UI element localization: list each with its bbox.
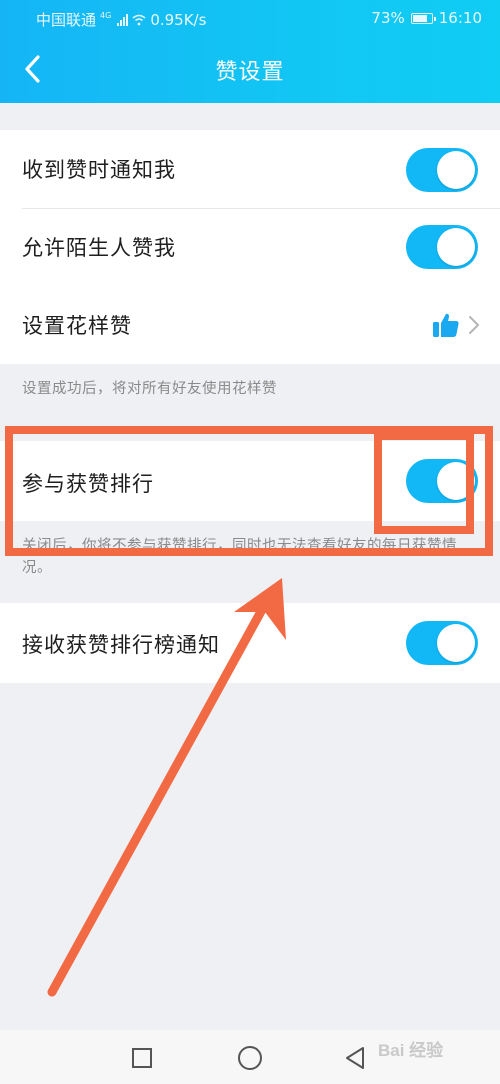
fancy-like-note: 设置成功后，将对所有好友使用花样赞 xyxy=(22,381,277,397)
network-speed: 0.95K/s xyxy=(150,10,207,29)
status-left: 中国联通 4G 0.95K/s xyxy=(36,9,206,30)
toggle-knob xyxy=(437,228,475,266)
row-allow-strangers: 允许陌生人赞我 xyxy=(0,208,500,286)
join-ranking-note: 关闭后，你将不参与获赞排行，同时也无法查看好友的每日获赞情况。 xyxy=(22,538,457,576)
row-notify-on-like: 收到赞时通知我 xyxy=(0,130,500,208)
row-fancy-like[interactable]: 设置花样赞 xyxy=(0,286,500,364)
fancy-like-label: 设置花样赞 xyxy=(22,314,132,338)
row-ranking-notify: 接收获赞排行榜通知 xyxy=(0,603,500,683)
page-title: 赞设置 xyxy=(215,60,285,85)
join-ranking-label: 参与获赞排行 xyxy=(22,472,154,496)
recent-apps-icon[interactable] xyxy=(132,1048,152,1068)
ranking-card: 参与获赞排行 xyxy=(0,441,500,521)
ranking-notify-card: 接收获赞排行榜通知 xyxy=(0,603,500,683)
nav-bar: 赞设置 xyxy=(0,36,500,103)
chevron-right-icon xyxy=(469,316,479,334)
toggle-knob xyxy=(437,624,475,662)
join-ranking-toggle[interactable] xyxy=(406,459,478,503)
thumbs-up-icon xyxy=(433,313,459,337)
allow-strangers-toggle[interactable] xyxy=(406,225,478,269)
notify-on-like-label: 收到赞时通知我 xyxy=(22,158,176,182)
row-join-ranking: 参与获赞排行 xyxy=(0,441,500,521)
home-icon[interactable] xyxy=(238,1046,262,1070)
status-right: 73% 16:10 xyxy=(371,9,482,27)
signal-icon xyxy=(117,13,129,26)
battery-percent: 73% xyxy=(371,9,405,27)
back-icon[interactable] xyxy=(344,1046,366,1070)
toggle-knob xyxy=(437,462,475,500)
ranking-notify-toggle[interactable] xyxy=(406,621,478,665)
notify-on-like-toggle[interactable] xyxy=(406,148,478,192)
network-type: 4G xyxy=(100,11,112,20)
like-settings-card: 收到赞时通知我 允许陌生人赞我 设置花样赞 xyxy=(0,130,500,364)
clock: 16:10 xyxy=(438,9,482,27)
ranking-notify-label: 接收获赞排行榜通知 xyxy=(22,633,220,657)
toggle-knob xyxy=(437,151,475,189)
app-header: 中国联通 4G 0.95K/s 73% 16:10 赞设置 xyxy=(0,0,500,103)
allow-strangers-label: 允许陌生人赞我 xyxy=(22,236,176,260)
watermark: Bai 经验 xyxy=(378,1041,444,1060)
wifi-icon xyxy=(132,14,146,25)
status-bar: 中国联通 4G 0.95K/s 73% 16:10 xyxy=(0,0,500,36)
carrier-name: 中国联通 xyxy=(36,11,97,29)
battery-icon xyxy=(410,12,436,24)
